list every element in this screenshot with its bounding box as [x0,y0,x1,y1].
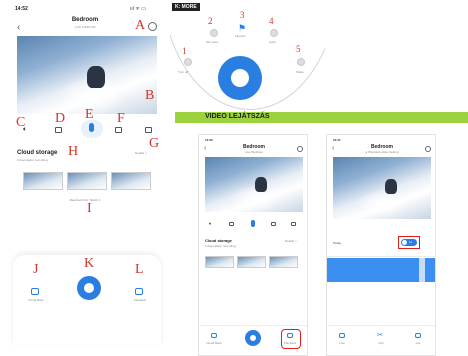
mid-volume-icon[interactable]: 🔈︎ [209,221,212,227]
mid-clip-thumb-1[interactable] [205,256,234,268]
fullscreen-icon[interactable] [145,127,152,133]
more-center-inner [231,69,249,87]
light-icon[interactable] [270,29,278,37]
timeline-ruler [327,251,435,257]
more-button-inner [84,283,94,293]
clip-tab-icon[interactable]: ✂ [377,331,383,339]
mid-more-inner [250,335,256,341]
tab-playback[interactable]: Playback [127,298,153,302]
tab-live[interactable]: Live [332,341,352,345]
skier [87,66,105,88]
right-bottom-bar [327,325,435,355]
mic-icon [89,123,94,132]
cloud-sub: 3 days alarm recording [17,158,48,162]
label-g: G [149,136,160,151]
timeline-cursor[interactable] [419,258,425,282]
details-link[interactable]: Details > [135,151,147,155]
mid-tab-cloud-back[interactable]: Cloud Back [204,341,224,345]
section-banner: VIDEO LEJÁTSZÁS [175,112,468,123]
more-num-2: 2 [208,16,213,26]
label-a: A [135,18,146,33]
more-item-3-label[interactable]: Flowers [235,34,246,38]
back-icon[interactable]: ‹ [17,22,20,33]
record-icon[interactable] [115,127,122,133]
label-c: C [16,115,26,130]
label-f: F [117,111,125,126]
cloud-back-icon[interactable] [31,288,39,295]
more-item-2-label[interactable]: HD video [206,40,218,44]
label-e: E [85,107,94,122]
mid-subtitle: Live Webcam [244,150,264,154]
more-item-5-label[interactable]: Share [296,70,304,74]
playback-video[interactable] [333,157,431,219]
status-time: 14:52 [15,6,28,12]
right-skier [385,179,397,194]
page-subtitle: LIVE WEBCAM [74,25,96,29]
list-tab-icon[interactable] [415,333,421,338]
more-num-1: 1 [182,46,187,56]
mid-cloud-back-icon[interactable] [211,333,217,338]
share-icon[interactable] [297,58,305,66]
label-h: H [68,144,79,159]
mid-clip-thumb-2[interactable] [237,256,266,268]
live-video[interactable] [17,36,157,114]
power-icon[interactable] [184,58,192,66]
toggle-highlight [398,236,420,249]
label-k: K [84,256,95,271]
page-title: Bedroom [71,17,99,23]
right-status-time: 15:47 [333,138,341,142]
mid-settings-icon[interactable] [297,146,303,152]
date-label[interactable]: Today [333,241,341,245]
more-badge: K: MORE [172,3,200,11]
more-num-5: 5 [296,44,301,54]
clip-thumb-2[interactable] [67,172,107,190]
mid-live-video[interactable] [205,157,303,212]
tab-clip[interactable]: Clip [371,341,391,345]
mid-details-link[interactable]: Details > [285,239,297,243]
more-panel: K: MORE 1 Turn off 2 HD video 3 ⚑ Flower… [170,0,325,120]
more-item-1-label[interactable]: Turn off [178,70,188,74]
label-i: I [87,201,92,216]
mid-mic-icon[interactable] [251,220,255,227]
snapshot-icon[interactable] [55,127,62,133]
settings-icon[interactable] [148,22,157,31]
flag-icon[interactable]: ⚑ [238,23,246,34]
mid-cloud-sub: 3 days alarm recording [205,244,236,248]
clip-thumb-1[interactable] [23,172,63,190]
label-l: L [135,262,144,277]
label-b: B [145,88,155,103]
right-subtitle: ● Playback video Setting [365,150,399,154]
right-back-icon[interactable]: ‹ [332,145,334,152]
cloud-title: Cloud storage [17,150,58,156]
status-icons: ııl ᯤ ▭ [130,6,146,12]
banner-text: VIDEO LEJÁTSZÁS [205,113,270,120]
right-snow-spray [358,189,408,217]
mid-cloud-title: Cloud storage [205,238,232,243]
mid-skier [255,177,267,192]
mid-clip-thumb-3[interactable] [269,256,298,268]
right-phone: 15:47 ‹ Bedroom ● Playback video Setting… [326,134,436,356]
tab-list[interactable]: List [408,341,428,345]
hd-icon[interactable] [210,29,218,37]
mid-status-time: 14:52 [205,138,213,142]
playback-highlight [281,329,301,349]
left-phone: 14:52 ııl ᯤ ▭ ‹ Bedroom LIVE WEBCAM A B … [5,0,165,356]
mid-record-icon[interactable] [271,222,276,226]
more-text: Reached limit. Watch it [69,198,101,202]
more-num-4: 4 [269,16,274,26]
mid-phone: 14:52 ‹ Bedroom Live Webcam 🔈︎ Cloud sto… [198,134,308,356]
mid-snapshot-icon[interactable] [229,222,234,226]
more-num-3: 3 [240,10,245,20]
clip-thumb-3[interactable] [111,172,151,190]
right-settings-icon[interactable] [425,146,431,152]
label-d: D [55,111,66,126]
mid-fullscreen-icon[interactable] [291,222,296,226]
mid-back-icon[interactable]: ‹ [204,145,206,152]
live-tab-icon[interactable] [339,333,345,338]
playback-icon[interactable] [135,288,143,295]
tab-cloud-back[interactable]: Cloud Back [23,298,49,302]
more-item-4-label[interactable]: Light [269,40,276,44]
label-j: J [33,262,39,277]
